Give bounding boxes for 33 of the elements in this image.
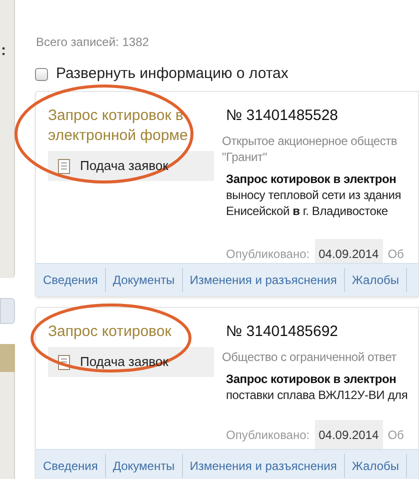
subject-description: поставки сплава ВЖЛ12У-ВИ для bbox=[226, 387, 409, 403]
updated-label: Об bbox=[388, 427, 404, 444]
stage-label: Подача заявок bbox=[48, 151, 214, 181]
notice-number: № 31401485528 bbox=[226, 106, 340, 126]
customer-name: Общество с ограниченной ответ bbox=[222, 349, 398, 365]
expand-label: Развернуть информацию о лотах bbox=[56, 64, 288, 84]
card-tab-link[interactable]: Сведения bbox=[36, 454, 106, 478]
subject-description: Енисейской в г. Владивостоке bbox=[226, 203, 389, 219]
card-tab-link[interactable]: Изменения и разъяснения bbox=[182, 268, 345, 292]
notice-number: № 31401485692 bbox=[226, 322, 340, 342]
subject-title: Запрос котировок в электрон bbox=[226, 371, 398, 387]
card-tab-link[interactable]: Жалобы bbox=[344, 454, 408, 478]
card-tab-link[interactable]: Документы bbox=[106, 268, 183, 292]
sidebar-tab[interactable] bbox=[0, 344, 15, 372]
card-tab-link[interactable]: Жалобы bbox=[344, 268, 408, 292]
customer-name: "Гранит" bbox=[222, 149, 268, 165]
procedure-type: Запрос котировок в электронной форме bbox=[48, 106, 189, 146]
sidebar-button[interactable] bbox=[0, 298, 15, 324]
updated-label: Об bbox=[388, 246, 404, 263]
sidebar-label: : bbox=[0, 41, 7, 61]
procedure-type: Запрос котировок bbox=[48, 322, 172, 342]
subject-title: Запрос котировок в электрон bbox=[226, 171, 398, 187]
subject-description: выносу тепловой сети из здания bbox=[226, 187, 402, 203]
customer-name: Открытое акционерное обществ bbox=[222, 133, 398, 149]
published-label: Опубликовано: bbox=[226, 427, 310, 444]
document-icon bbox=[58, 158, 70, 174]
card-tab-link[interactable]: Изменения и разъяснения bbox=[182, 454, 345, 478]
total-records: Всего записей: 1382 bbox=[36, 34, 150, 51]
published-label: Опубликовано: bbox=[226, 246, 310, 263]
published-date: 04.09.2014 bbox=[314, 420, 383, 450]
expand-checkbox[interactable] bbox=[35, 68, 48, 80]
card-tab-link[interactable]: Сведения bbox=[36, 268, 106, 292]
card-tab-link[interactable]: Документы bbox=[106, 454, 183, 478]
